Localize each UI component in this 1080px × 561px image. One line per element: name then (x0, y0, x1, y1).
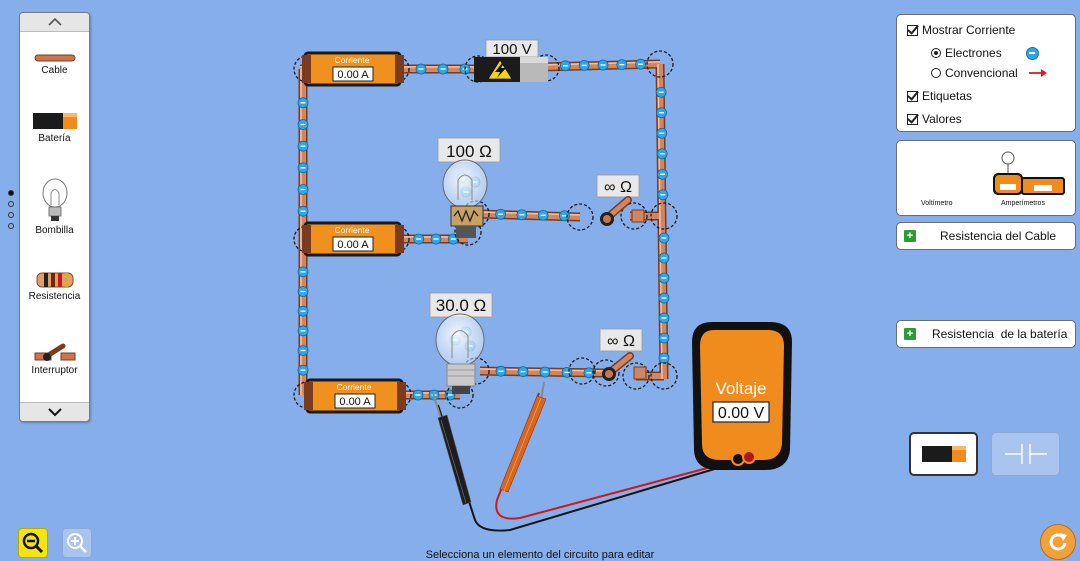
ammeter-title: Corriente (335, 225, 370, 235)
values-label: Valores (922, 112, 962, 126)
wire-resistance-label: Resistencia del Cable (940, 229, 1057, 243)
checkbox-checked-icon (907, 90, 918, 102)
voltmeter-title: Voltaje (715, 379, 766, 398)
battery-icon (921, 446, 966, 462)
voltmeter-tool-label: Voltímetro (921, 200, 953, 207)
zoom-in-button[interactable] (62, 528, 92, 558)
bulb-resistance-label: 100 Ω (446, 142, 492, 161)
status-message: Selecciona un elemento del circuito para… (425, 549, 655, 561)
battery-icon (32, 113, 77, 129)
page-dot[interactable] (8, 212, 14, 218)
zoom-out-button[interactable] (18, 528, 48, 558)
labels-label: Etiquetas (922, 89, 973, 103)
conventional-label: Convencional (945, 66, 1018, 80)
chevron-down-icon (47, 408, 62, 417)
ammeter-reading: 0.00 A (337, 69, 369, 81)
ammeter-top[interactable]: Corriente 0.00 A (302, 51, 404, 87)
light-bulb-1[interactable]: 100 Ω (437, 137, 501, 238)
toolbox-scroll-up-button[interactable] (20, 13, 89, 32)
light-bulb-2[interactable]: 30.0 Ω (429, 292, 493, 394)
toolbox-item-bulb[interactable]: Bombilla (20, 177, 89, 236)
toolbox-item-resistor[interactable]: Resistencia (20, 271, 89, 302)
page-dot[interactable] (8, 223, 14, 229)
bulb-resistance-label: 30.0 Ω (436, 296, 487, 315)
circuit-battery[interactable]: 100 V (474, 39, 548, 82)
toolbox-page-indicator[interactable] (8, 190, 16, 234)
ammeters-tool-label: Amperímetros (1001, 200, 1045, 207)
zoom-in-icon (67, 533, 87, 553)
checkbox-checked-icon (907, 24, 918, 36)
electrons-radio[interactable]: Electrones (931, 46, 1039, 60)
switch-2[interactable]: ∞ Ω (599, 328, 647, 381)
page-dot[interactable] (8, 201, 14, 207)
battery-resistance-label: Resistencia de la batería (932, 327, 1068, 341)
view-options-panel: Mostrar Corriente Electrones Convenciona… (896, 14, 1076, 132)
battery-resistance-button[interactable]: + Resistencia de la batería (896, 320, 1076, 348)
component-toolbox: Cable Batería Bombilla Resistencia Inter… (19, 12, 90, 422)
toolbox-item-switch[interactable]: Interruptor (20, 343, 89, 376)
toolbox-item-label: Cable (41, 65, 68, 76)
toolbox-item-battery[interactable]: Batería (20, 111, 89, 144)
battery-voltage-label: 100 V (492, 41, 531, 58)
voltmeter-reading: 0.00 V (718, 405, 765, 422)
ammeter-title: Corriente (337, 382, 372, 392)
ammeter-title: Corriente (335, 55, 370, 65)
checkbox-checked-icon (907, 113, 918, 125)
ammeter-tool[interactable] (1021, 177, 1065, 195)
ammeter-reading: 0.00 A (339, 396, 371, 408)
ammeter-bottom[interactable]: Corriente 0.00 A (304, 378, 406, 414)
zoom-out-icon (22, 532, 44, 554)
electron-icon (1025, 46, 1039, 60)
red-probe[interactable] (499, 381, 547, 493)
expand-plus-icon: + (904, 230, 916, 242)
electrons-label: Electrones (945, 46, 1002, 60)
switch-resistance-label: ∞ Ω (604, 179, 632, 196)
radio-unselected-icon (931, 68, 941, 78)
toolbox-item-label: Bombilla (35, 225, 74, 236)
resistor-icon (36, 272, 73, 288)
voltmeter-device[interactable]: Voltaje 0.00 V (692, 322, 792, 470)
reset-icon (1049, 533, 1067, 551)
page-dot[interactable] (8, 190, 14, 196)
ammeter-icon (1021, 177, 1065, 195)
lifelike-view-button[interactable] (909, 432, 978, 476)
toolbox-item-wire[interactable]: Cable (20, 53, 89, 76)
wire-icon (34, 54, 75, 62)
switch-1[interactable]: ∞ Ω (596, 174, 645, 226)
arrow-right-icon (1028, 69, 1047, 77)
capacitor-symbol-icon (1004, 444, 1047, 464)
switch-resistance-label: ∞ Ω (607, 333, 635, 350)
labels-checkbox[interactable]: Etiquetas (907, 89, 972, 103)
show-current-checkbox[interactable]: Mostrar Corriente (907, 23, 1015, 37)
toolbox-scroll-down-button[interactable] (20, 402, 89, 421)
ammeter-reading: 0.00 A (337, 239, 369, 251)
toolbox-item-label: Batería (38, 133, 71, 144)
chevron-up-icon (47, 17, 62, 26)
black-probe[interactable] (432, 392, 472, 506)
wire-resistance-button[interactable]: + Resistencia del Cable (896, 222, 1076, 250)
show-current-label: Mostrar Corriente (922, 23, 1016, 37)
ammeter-middle[interactable]: Corriente 0.00 A (302, 221, 404, 257)
expand-plus-icon: + (904, 328, 916, 340)
reset-all-button[interactable] (1040, 524, 1076, 560)
conventional-radio[interactable]: Convencional (931, 66, 1048, 80)
toolbox-item-label: Interruptor (31, 365, 78, 376)
schematic-view-button[interactable] (991, 432, 1060, 476)
radio-selected-icon (931, 48, 941, 58)
instruments-panel: Voltímetro Amperímetros (896, 140, 1076, 216)
switch-icon (34, 343, 75, 361)
bulb-icon (42, 178, 67, 221)
toolbox-item-label: Resistencia (28, 291, 81, 302)
values-checkbox[interactable]: Valores (907, 112, 962, 126)
